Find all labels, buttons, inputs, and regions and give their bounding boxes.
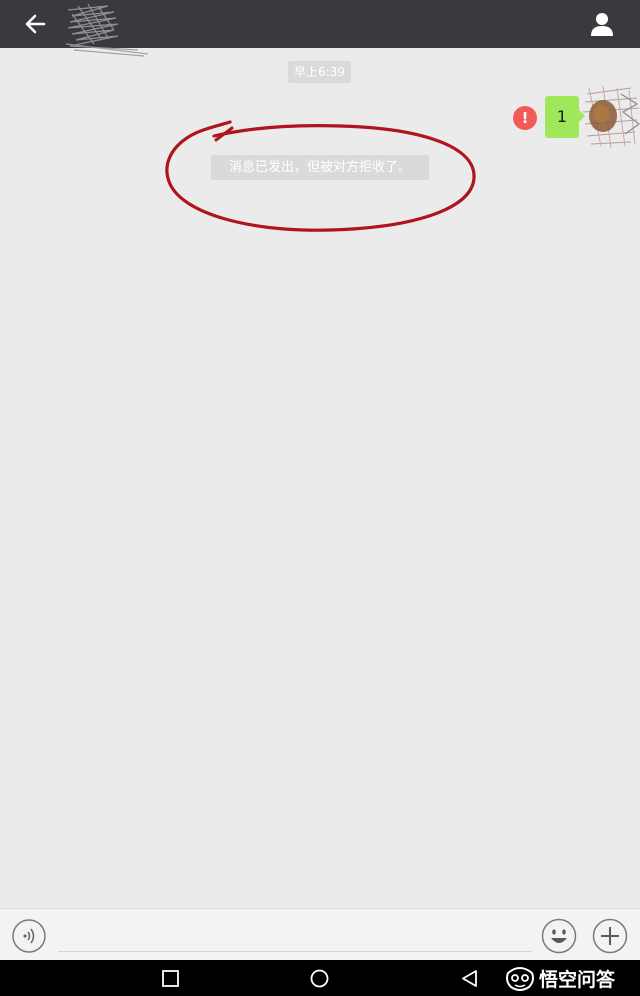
message-text-input[interactable] [58,951,532,952]
message-timestamp: 早上6:39 [288,61,351,83]
triangle-back-icon[interactable] [460,969,478,988]
hand-drawn-circle-annotation [165,120,476,232]
smiley-icon[interactable] [541,918,577,954]
message-text: 1 [556,107,568,126]
arrow-left-icon[interactable] [18,8,52,40]
avatar[interactable] [581,84,640,150]
contact-name-redaction [65,3,149,57]
chat-input-bar [0,908,640,960]
exclamation-error-icon[interactable]: ! [513,106,537,130]
watermark: 悟空问答 [505,963,615,993]
person-icon[interactable] [584,8,620,40]
system-navigation-bar: 悟空问答 [0,960,640,996]
circle-icon[interactable] [310,969,329,988]
outgoing-message-bubble[interactable]: 1 [545,96,585,138]
square-icon[interactable] [162,970,179,987]
voice-icon[interactable] [12,919,46,953]
wukong-logo-icon [506,967,534,991]
watermark-text: 悟空问答 [539,968,616,991]
chat-header [0,0,640,57]
plus-circle-icon[interactable] [592,918,628,954]
